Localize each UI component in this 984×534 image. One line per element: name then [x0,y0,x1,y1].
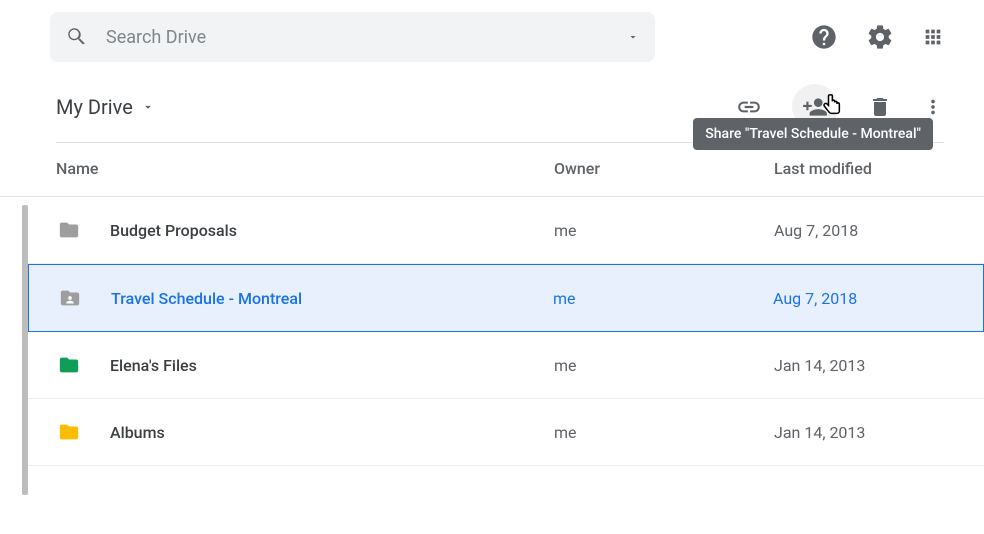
file-modified: Aug 7, 2018 [774,221,944,240]
get-link-button[interactable] [736,94,762,120]
delete-button[interactable] [868,95,892,119]
table-header: Name Owner Last modified [0,143,984,197]
column-header-owner[interactable]: Owner [554,159,774,178]
file-owner: me [554,356,774,375]
file-name: Elena's Files [110,356,554,375]
file-owner: me [554,221,774,240]
chevron-down-icon [141,100,155,114]
toolbar-row: My Drive Share "Travel Schedule - Montre… [0,74,984,142]
column-header-name[interactable]: Name [56,159,554,178]
file-row[interactable]: AlbumsmeJan 14, 2013 [28,399,984,466]
file-name: Albums [110,423,554,442]
search-box[interactable]: Search Drive [50,12,655,62]
breadcrumb-label: My Drive [56,95,133,119]
file-list-wrap: Budget ProposalsmeAug 7, 2018Travel Sche… [0,197,984,495]
file-row[interactable]: Elena's FilesmeJan 14, 2013 [28,332,984,399]
file-modified: Jan 14, 2013 [774,356,944,375]
column-header-modified[interactable]: Last modified [774,159,944,178]
toolbar-actions: Share "Travel Schedule - Montreal" [736,84,944,130]
cursor-hand-icon [818,92,846,120]
top-row: Search Drive [0,0,984,74]
folder-icon [56,421,82,443]
file-list: Budget ProposalsmeAug 7, 2018Travel Sche… [28,197,984,495]
search-icon [66,26,88,48]
file-owner: me [554,423,774,442]
search-options-dropdown-icon[interactable] [627,31,639,43]
file-modified: Aug 7, 2018 [773,289,943,308]
share-button[interactable]: Share "Travel Schedule - Montreal" [792,84,838,130]
file-name: Budget Proposals [110,221,554,240]
file-modified: Jan 14, 2013 [774,423,944,442]
file-name: Travel Schedule - Montreal [111,289,553,308]
folder-icon [56,219,82,241]
file-owner: me [553,289,773,308]
apps-grid-icon[interactable] [922,26,944,48]
folder-icon [56,354,82,376]
folder-icon [57,287,83,309]
file-row[interactable]: Travel Schedule - MontrealmeAug 7, 2018 [28,264,984,332]
gear-icon[interactable] [866,23,894,51]
file-row[interactable]: Budget ProposalsmeAug 7, 2018 [28,197,984,264]
search-placeholder: Search Drive [106,27,627,48]
top-actions [810,23,944,51]
more-options-button[interactable] [922,96,944,118]
help-icon[interactable] [810,23,838,51]
share-tooltip: Share "Travel Schedule - Montreal" [693,118,933,150]
breadcrumb[interactable]: My Drive [56,95,155,119]
